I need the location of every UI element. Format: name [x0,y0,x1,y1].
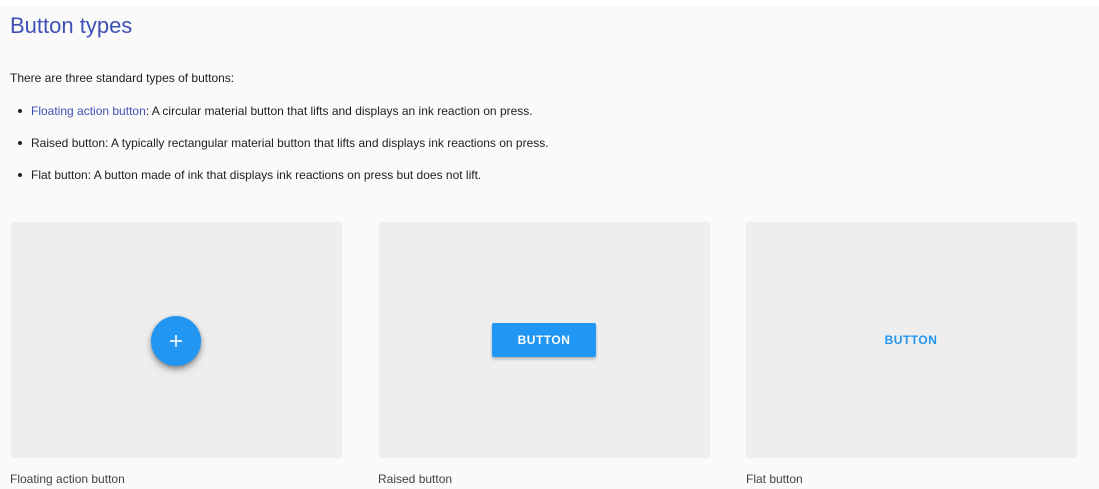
fab-caption: Floating action button [10,472,125,486]
intro-text: There are three standard types of button… [10,71,235,85]
floating-action-button[interactable] [151,316,201,366]
button-types-list: Floating action button: A circular mater… [10,103,549,199]
flat-button[interactable]: BUTTON [859,323,963,357]
list-item-flat: Flat button: A button made of ink that d… [10,167,549,183]
raised-demo-card: BUTTON [379,222,710,458]
raised-caption: Raised button [378,472,453,486]
flat-demo-card: BUTTON [746,222,1077,458]
fab-link[interactable]: Floating action button [31,104,146,118]
flat-description: Flat button: A button made of ink that d… [31,168,482,182]
raised-button[interactable]: BUTTON [492,323,596,357]
top-strip [0,0,1099,6]
raised-description: Raised button: A typically rectangular m… [31,136,549,150]
fab-demo-card [11,222,342,458]
flat-caption: Flat button [746,472,803,486]
list-item-fab: Floating action button: A circular mater… [10,103,549,119]
plus-icon [170,335,182,347]
page-title: Button types [10,13,133,38]
list-item-raised: Raised button: A typically rectangular m… [10,135,549,151]
fab-description: : A circular material button that lifts … [145,104,533,118]
